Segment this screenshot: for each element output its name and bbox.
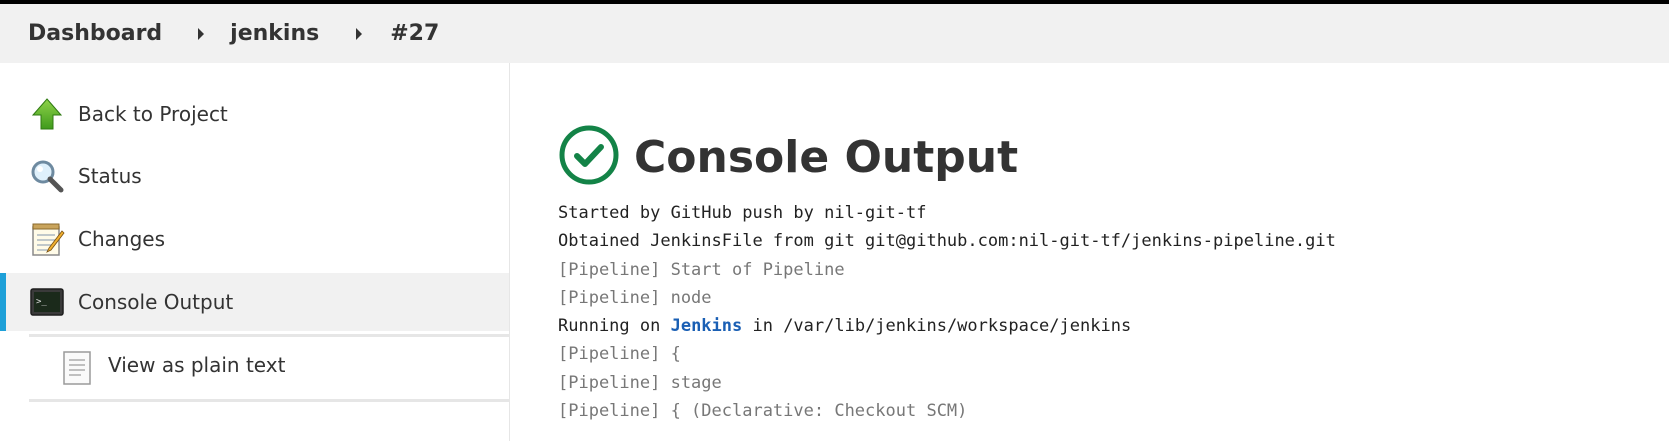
sidebar: Back to Project Status Changes >_ Consol… [0,63,510,441]
terminal-icon: >_ [29,284,65,320]
console-line: [Pipeline] { (Declarative: Checkout SCM) [558,401,968,422]
breadcrumb-separator-icon [198,27,205,40]
sidebar-divider [29,399,509,402]
console-line: [Pipeline] Start of Pipeline [558,259,845,280]
sidebar-item-label: Console Output [78,290,234,314]
console-line: [Pipeline] stage [558,372,722,393]
notepad-icon [29,221,65,257]
svg-text:>_: >_ [36,297,47,307]
success-check-icon [558,124,620,190]
sidebar-item-back-to-project[interactable]: Back to Project [0,85,509,143]
sidebar-item-status[interactable]: Status [0,147,509,205]
page-title: Console Output [634,131,1019,183]
console-text: Running on [558,316,671,337]
main-content: Console Output Started by GitHub push by… [510,63,1669,441]
breadcrumb-dashboard[interactable]: Dashboard [28,21,162,46]
up-arrow-icon [29,96,65,132]
console-line: Started by GitHub push by nil-git-tf [558,203,927,223]
console-line: [Pipeline] node [558,287,712,308]
sidebar-item-label: Status [78,164,142,188]
breadcrumb-separator-icon [356,27,363,40]
breadcrumb-build-27[interactable]: #27 [390,21,439,46]
console-text: in /var/lib/jenkins/workspace/jenkins [742,316,1132,337]
sidebar-item-label: Changes [78,227,165,251]
console-output: Started by GitHub push by nil-git-tf Obta… [558,199,1336,425]
console-line: [Pipeline] { [558,344,681,365]
sidebar-item-changes[interactable]: Changes [0,210,509,268]
page-header: Console Output [558,124,1018,190]
sidebar-sub-item-label: View as plain text [108,353,286,377]
agent-link[interactable]: Jenkins [671,316,743,336]
breadcrumb-jenkins[interactable]: jenkins [230,21,319,46]
magnifier-icon [29,158,65,194]
document-icon [63,351,91,385]
breadcrumb: Dashboard jenkins #27 [0,4,1669,63]
console-line: Running on Jenkins in /var/lib/jenkins/w… [558,312,1336,340]
sidebar-item-console-output[interactable]: >_ Console Output [0,273,509,331]
console-line: Obtained JenkinsFile from git git@github… [558,231,1336,252]
sidebar-item-label: Back to Project [78,102,228,126]
sidebar-item-view-as-plain-text[interactable]: View as plain text [0,337,509,397]
